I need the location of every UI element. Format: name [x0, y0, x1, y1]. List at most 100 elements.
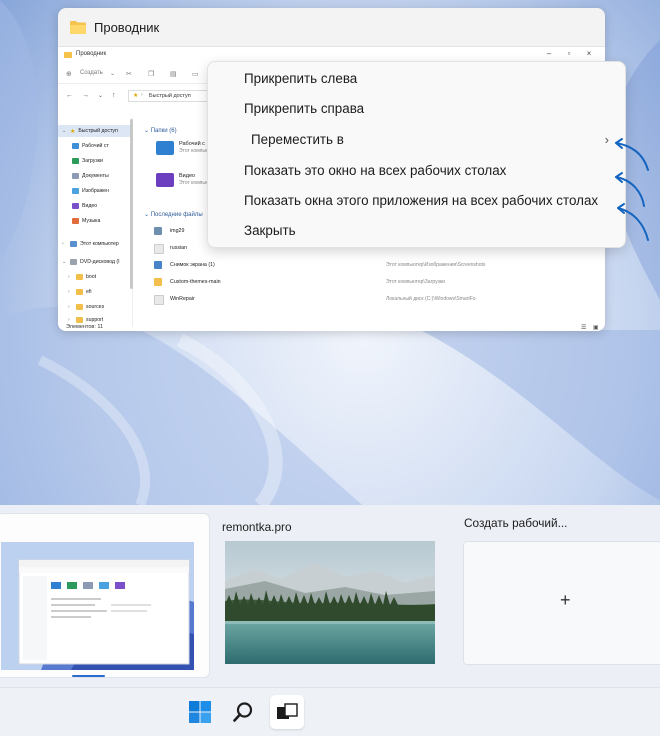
- start-button[interactable]: [183, 695, 217, 729]
- folder-tile-video: Видео Этот компьюте: [156, 173, 214, 187]
- desktop-1-screenshot: [1, 542, 194, 670]
- video-icon: [72, 203, 79, 209]
- back-icon: ←: [66, 92, 73, 99]
- sidebar-item-documents: Документы: [72, 170, 109, 182]
- chevron-down-icon: ⌄: [98, 93, 104, 99]
- folder-icon: [154, 278, 162, 286]
- folder-icon: [64, 52, 72, 58]
- file-icon: [154, 295, 164, 305]
- folder-icon: [76, 304, 83, 310]
- maximize-icon: ▫: [567, 49, 571, 58]
- recent-file-row: WinRepair Локальный диск (C:)\Windows\Sm…: [154, 293, 594, 305]
- chevron-right-icon: ›: [68, 289, 70, 295]
- sidebar-item-dvd: ⌄ DVD-дисковод (I: [62, 259, 120, 265]
- image-file-icon: [154, 261, 162, 269]
- music-icon: [72, 218, 79, 224]
- recent-file-row: Снимок экрана (1) Этот компьютер\Изображ…: [154, 259, 594, 271]
- folders-group-header: ⌄ Папки (6): [144, 128, 177, 134]
- rename-icon: ▭: [192, 71, 199, 78]
- context-menu: Прикрепить слева Прикрепить справа Перем…: [207, 61, 626, 248]
- sidebar-item-desktop: Рабочий ст: [72, 140, 109, 152]
- folder-icon: [70, 21, 86, 34]
- chevron-down-icon: ⌄: [62, 128, 67, 134]
- minimize-icon: –: [546, 49, 552, 58]
- window-caption: Проводник: [70, 17, 159, 37]
- active-desktop-indicator: [72, 675, 105, 677]
- sidebar-item-music: Музыка: [72, 215, 100, 227]
- desktop-thumbnail-2[interactable]: [225, 541, 435, 664]
- folder-icon: [76, 289, 83, 295]
- desktop-icon: [156, 141, 174, 155]
- desktop-icon: [72, 143, 79, 149]
- new-desktop-button[interactable]: +: [463, 541, 660, 665]
- task-view-button[interactable]: [270, 695, 304, 729]
- pc-icon: [70, 241, 77, 247]
- folder-tile-desktop: Рабочий с Этот компьюте: [156, 141, 214, 155]
- new-desktop-label: Создать рабочий...: [464, 516, 568, 530]
- task-view-icon: [277, 703, 298, 719]
- windows-start-icon: [189, 701, 211, 723]
- sidebar-item-pictures: Изображен: [72, 185, 109, 197]
- menu-item-snap-right[interactable]: Прикрепить справа: [244, 101, 364, 116]
- forward-icon: →: [82, 92, 89, 99]
- search-button[interactable]: [226, 695, 260, 729]
- menu-item-show-window-all-desktops[interactable]: Показать это окно на всех рабочих столах: [244, 163, 506, 178]
- folder-icon: [76, 317, 83, 323]
- search-icon: [233, 702, 253, 722]
- sidebar-item-this-pc: › Этот компьютер: [62, 241, 119, 247]
- taskbar: [0, 687, 660, 736]
- up-icon: ↑: [112, 92, 116, 99]
- plus-icon: +: [560, 590, 571, 610]
- copy-icon: ❐: [148, 71, 155, 78]
- address-text: Быстрый доступ: [149, 93, 191, 99]
- desktop-1-preview: [1, 542, 194, 670]
- close-icon: ×: [586, 49, 592, 58]
- video-icon: [156, 173, 174, 187]
- recent-file-row: Custom-themes-main Этот компьютер\Загруз…: [154, 276, 594, 288]
- sidebar-item-sources: › sources: [68, 304, 105, 310]
- download-icon: [72, 158, 79, 164]
- paste-icon: ▤: [170, 71, 177, 78]
- sidebar-item-video: Видео: [72, 200, 97, 212]
- dvd-icon: [70, 259, 77, 265]
- desktop-2-label: remontka.pro: [222, 520, 292, 534]
- sidebar-item-downloads: Загрузки: [72, 155, 103, 167]
- explorer-title: Проводник: [76, 51, 107, 57]
- create-label: Создать: [80, 70, 103, 76]
- star-icon: ★: [133, 93, 139, 99]
- details-view-icon: ☰: [581, 325, 587, 331]
- desktop-2-wallpaper: [225, 541, 435, 664]
- menu-item-close[interactable]: Закрыть: [244, 223, 296, 238]
- status-bar-text: Элементов: 11: [66, 324, 104, 330]
- cut-icon: ✂: [126, 71, 132, 78]
- sidebar-scrollbar: [130, 119, 133, 289]
- chevron-right-icon: ›: [68, 274, 70, 280]
- chevron-right-icon: ›: [68, 304, 70, 310]
- chevron-down-icon: ⌄: [144, 212, 150, 218]
- menu-item-move-to[interactable]: Переместить в: [251, 132, 344, 147]
- pictures-icon: [72, 188, 79, 194]
- documents-icon: [72, 173, 79, 179]
- desktop-thumbnail-1[interactable]: [0, 513, 210, 678]
- star-icon: ★: [70, 128, 76, 135]
- tiles-view-icon: ▣: [593, 325, 599, 331]
- chevron-right-icon: ›: [62, 241, 64, 247]
- folder-icon: [76, 274, 83, 280]
- recent-group-header: ⌄ Последние файлы: [144, 212, 203, 218]
- window-title: Проводник: [94, 19, 160, 35]
- file-icon: [154, 244, 164, 254]
- menu-item-show-app-all-desktops[interactable]: Показать окна этого приложения на всех р…: [244, 193, 598, 208]
- explorer-sidebar: ⌄ ★ Быстрый доступ Рабочий ст Загрузки Д…: [58, 117, 133, 327]
- chevron-down-icon: ⌄: [110, 71, 116, 77]
- menu-item-snap-left[interactable]: Прикрепить слева: [244, 71, 357, 86]
- sidebar-item-support: › support: [68, 317, 104, 323]
- image-file-icon: [154, 227, 162, 235]
- chevron-right-icon: ›: [68, 317, 70, 323]
- sidebar-item-boot: › boot: [68, 274, 97, 280]
- sidebar-item-efi: › efi: [68, 289, 92, 295]
- explorer-titlebar: Проводник – ▫ ×: [58, 47, 605, 61]
- annotation-arrows: [615, 138, 649, 241]
- chevron-right-icon: ›: [141, 92, 143, 98]
- new-icon: ⊕: [66, 71, 72, 78]
- chevron-down-icon: ⌄: [62, 259, 67, 265]
